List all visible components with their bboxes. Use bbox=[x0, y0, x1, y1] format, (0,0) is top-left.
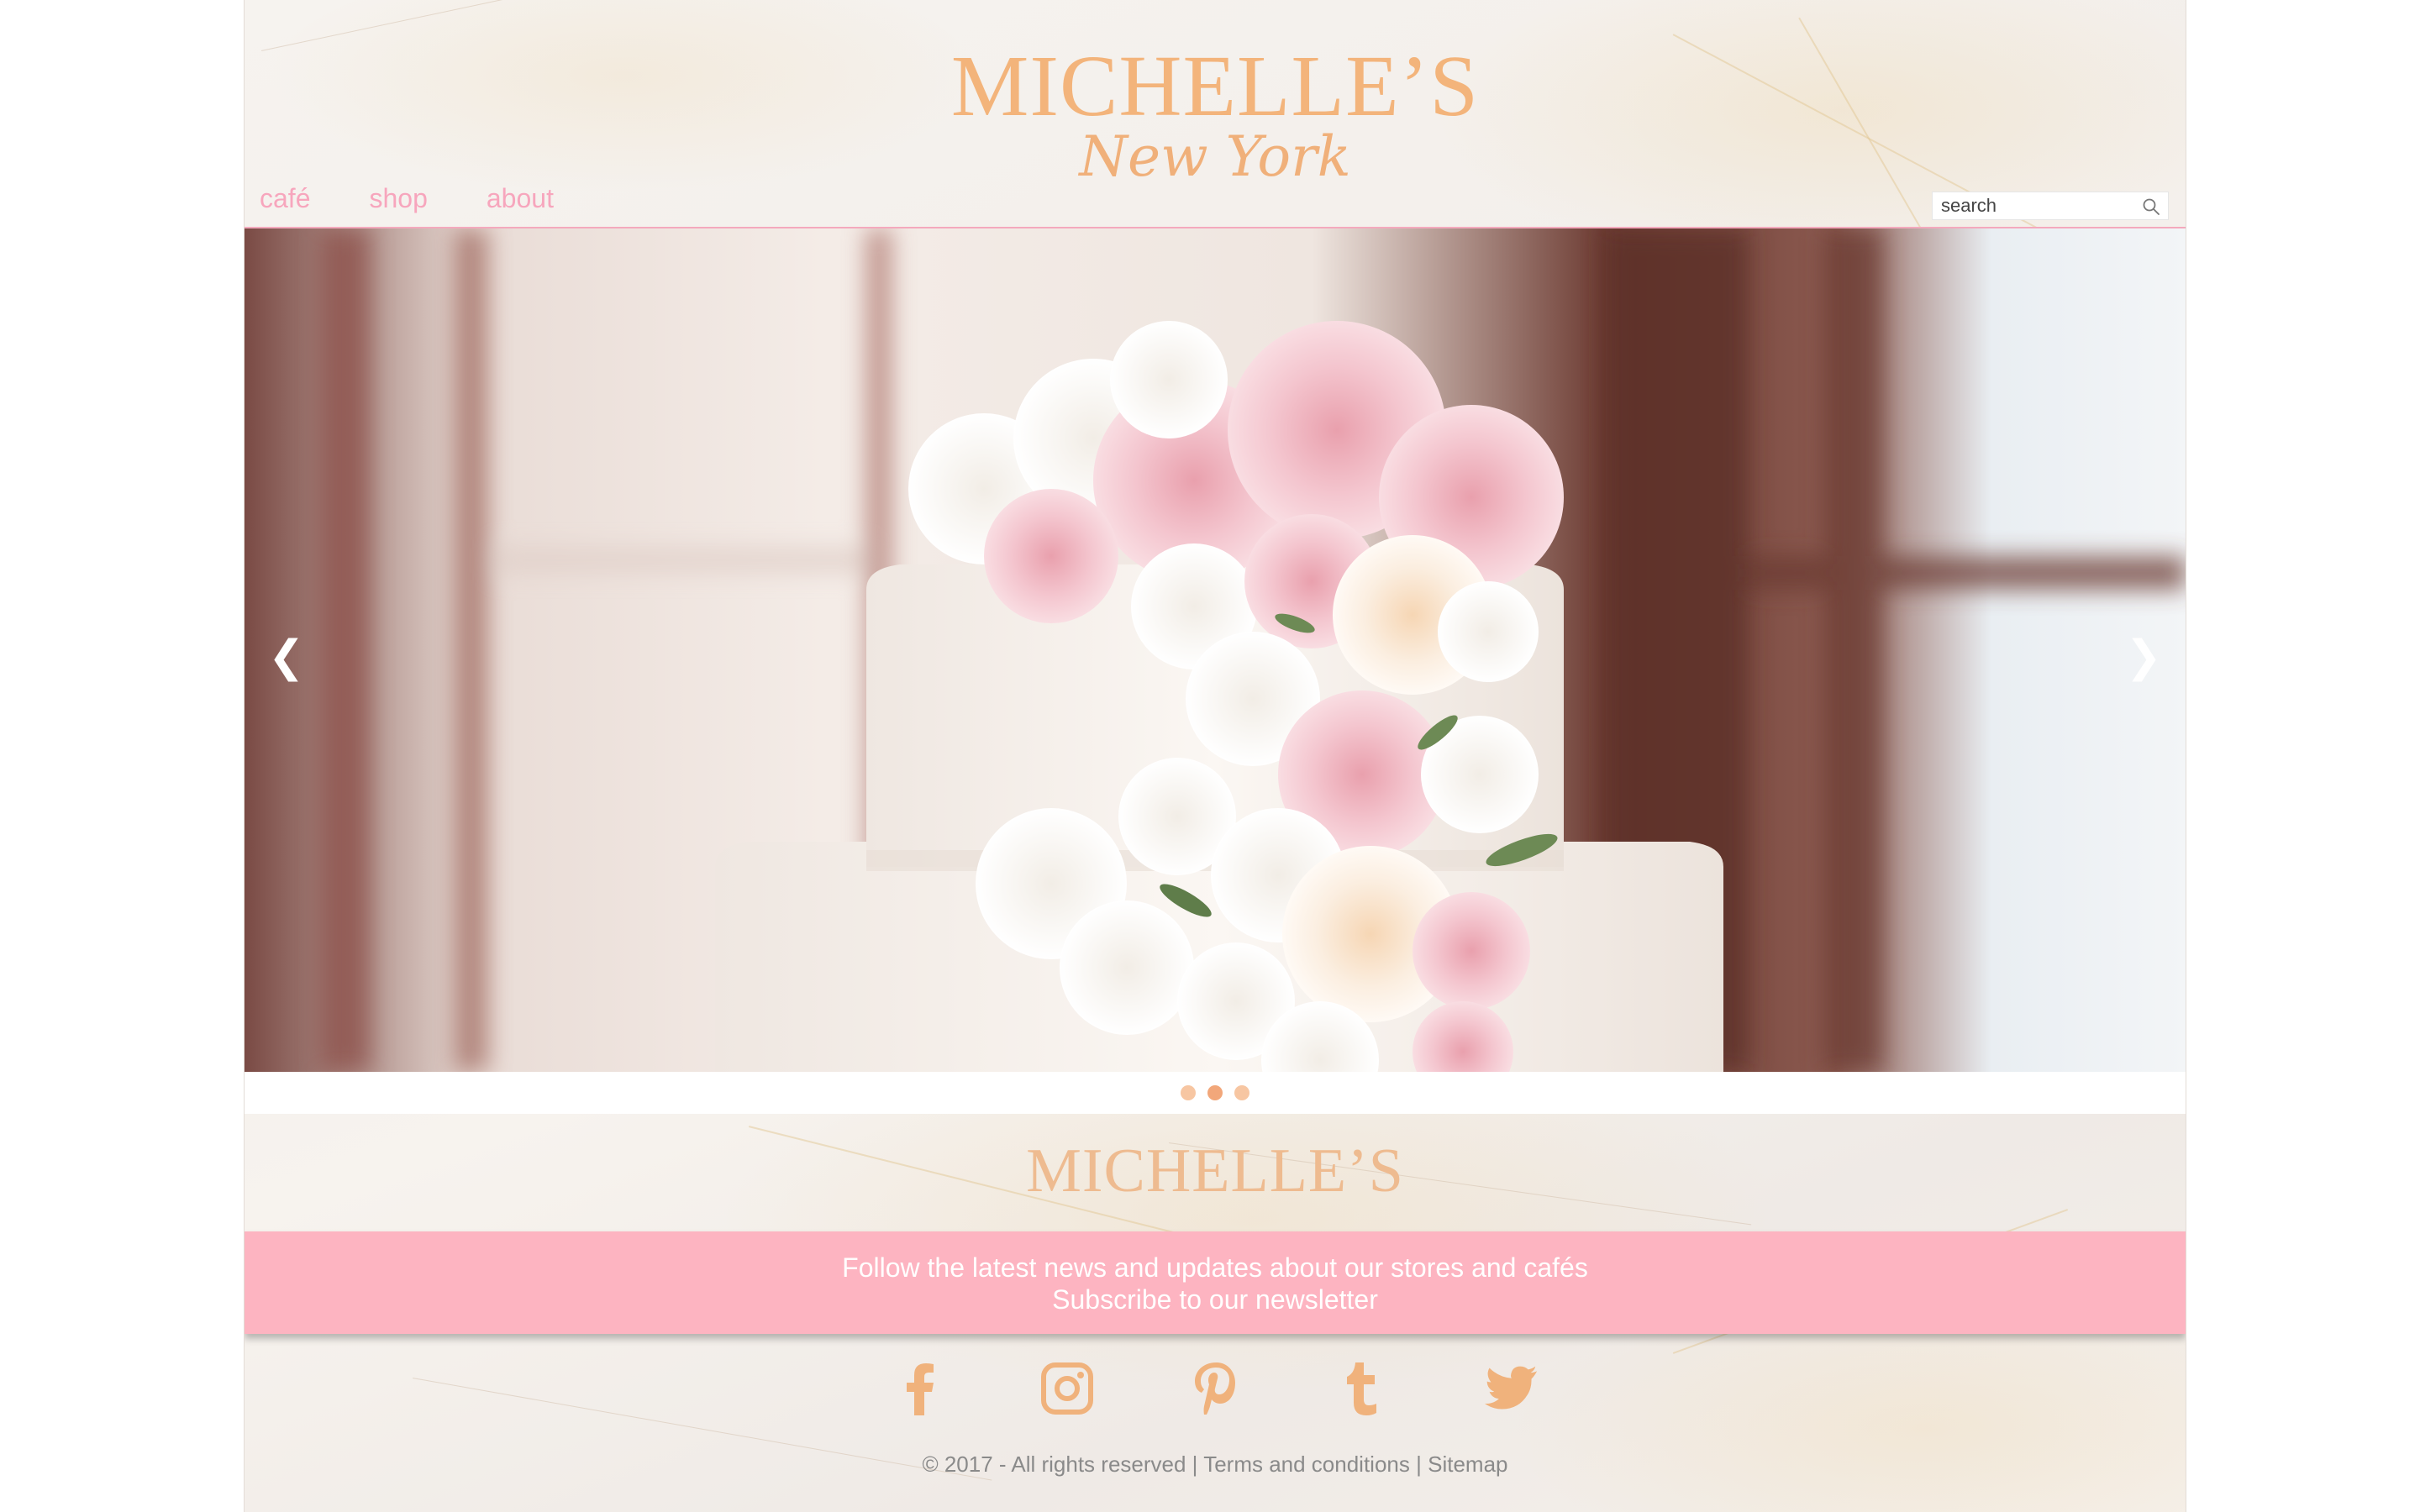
separator: | bbox=[1192, 1452, 1198, 1477]
carousel-indicator-bar bbox=[245, 1072, 2186, 1114]
newsletter-banner[interactable]: Follow the latest news and updates about… bbox=[245, 1231, 2186, 1334]
nav-item-about[interactable]: about bbox=[487, 183, 554, 214]
sitemap-link[interactable]: Sitemap bbox=[1428, 1452, 1507, 1477]
search-box bbox=[1932, 192, 2169, 220]
search-input[interactable] bbox=[1933, 192, 2151, 219]
terms-link[interactable]: Terms and conditions bbox=[1203, 1452, 1410, 1477]
logo-main-text: MICHELLE’S bbox=[950, 38, 1480, 134]
newsletter-subscribe-link[interactable]: Subscribe to our newsletter bbox=[245, 1284, 2186, 1315]
pinterest-link[interactable] bbox=[1187, 1359, 1243, 1418]
facebook-icon bbox=[907, 1363, 934, 1415]
site-logo[interactable]: MICHELLE’S New York bbox=[245, 40, 2186, 186]
nav-item-shop[interactable]: shop bbox=[369, 183, 427, 214]
carousel-dot-2[interactable] bbox=[1207, 1085, 1223, 1100]
newsletter-line-1: Follow the latest news and updates about… bbox=[842, 1252, 1588, 1283]
carousel-prev-button[interactable]: ❮ bbox=[268, 632, 305, 682]
carousel-dot-1[interactable] bbox=[1181, 1085, 1196, 1100]
twitter-link[interactable] bbox=[1483, 1359, 1539, 1418]
page: MICHELLE’S New York café shop about sear… bbox=[244, 0, 2186, 1512]
chevron-right-icon: ❯ bbox=[2125, 632, 2162, 682]
carousel-dots bbox=[245, 1085, 2186, 1100]
cake-image bbox=[245, 228, 2186, 1072]
social-links bbox=[245, 1359, 2186, 1418]
logo-sub-text: New York bbox=[1079, 124, 1351, 189]
footer-logo[interactable]: MICHELLE’S bbox=[245, 1136, 2186, 1207]
hero-carousel: ❮ ❯ bbox=[245, 228, 2186, 1072]
carousel-next-button[interactable]: ❯ bbox=[2125, 632, 2162, 682]
pinterest-icon bbox=[1195, 1362, 1235, 1415]
facebook-link[interactable] bbox=[892, 1359, 947, 1418]
instagram-link[interactable] bbox=[1039, 1359, 1095, 1418]
chevron-left-icon: ❮ bbox=[268, 632, 305, 682]
search-icon[interactable] bbox=[2141, 197, 2161, 217]
carousel-dot-3[interactable] bbox=[1234, 1085, 1249, 1100]
separator: | bbox=[1416, 1452, 1422, 1477]
instagram-icon bbox=[1041, 1362, 1093, 1415]
nav-item-cafe[interactable]: café bbox=[260, 183, 310, 214]
copyright-text: © 2017 - All rights reserved bbox=[922, 1452, 1186, 1477]
tumblr-link[interactable] bbox=[1335, 1359, 1391, 1418]
tumblr-icon bbox=[1347, 1362, 1376, 1415]
footer-copyright: © 2017 - All rights reserved | Terms and… bbox=[245, 1452, 2186, 1478]
twitter-icon bbox=[1484, 1366, 1538, 1410]
main-nav: café shop about bbox=[260, 183, 554, 214]
